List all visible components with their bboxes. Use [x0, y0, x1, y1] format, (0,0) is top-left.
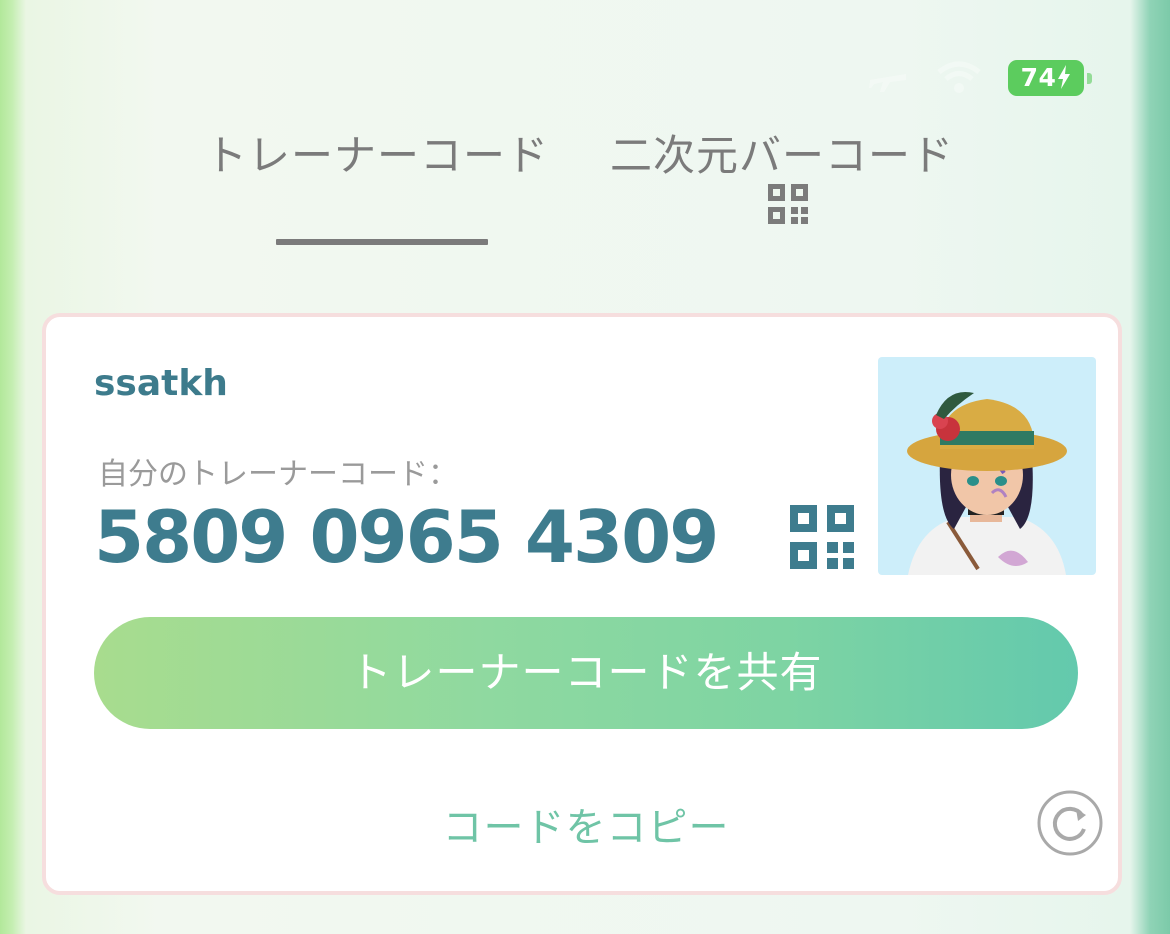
tab-qr-code[interactable]: 二次元バーコード — [610, 122, 954, 183]
qr-code-icon[interactable] — [790, 505, 854, 569]
airplane-icon — [869, 74, 906, 92]
username: ssatkh — [94, 363, 228, 404]
share-trainer-code-button[interactable]: トレーナーコードを共有 — [94, 617, 1078, 729]
battery-icon: 74 — [1008, 60, 1084, 96]
qr-code-icon — [768, 184, 808, 224]
battery-level: 74 — [1020, 63, 1057, 92]
wifi-icon — [937, 61, 981, 93]
active-tab-indicator — [276, 239, 488, 245]
battery-nub — [1087, 73, 1092, 84]
trainer-code-card: ssatkh 自分のトレーナーコード： 5809 0965 4309 トレーナー… — [42, 313, 1122, 895]
refresh-icon[interactable] — [1036, 789, 1104, 857]
charging-bolt-icon — [1058, 65, 1071, 89]
avatar-illustration — [907, 391, 1067, 575]
status-bar: 74 — [858, 58, 1098, 98]
trainer-code-value: 5809 0965 4309 — [94, 495, 719, 579]
copy-code-button[interactable]: コードをコピー — [386, 795, 786, 853]
trainer-code-label: 自分のトレーナーコード： — [98, 457, 458, 492]
tab-trainer-code[interactable]: トレーナーコード — [205, 122, 549, 183]
trainer-avatar[interactable] — [878, 357, 1096, 575]
